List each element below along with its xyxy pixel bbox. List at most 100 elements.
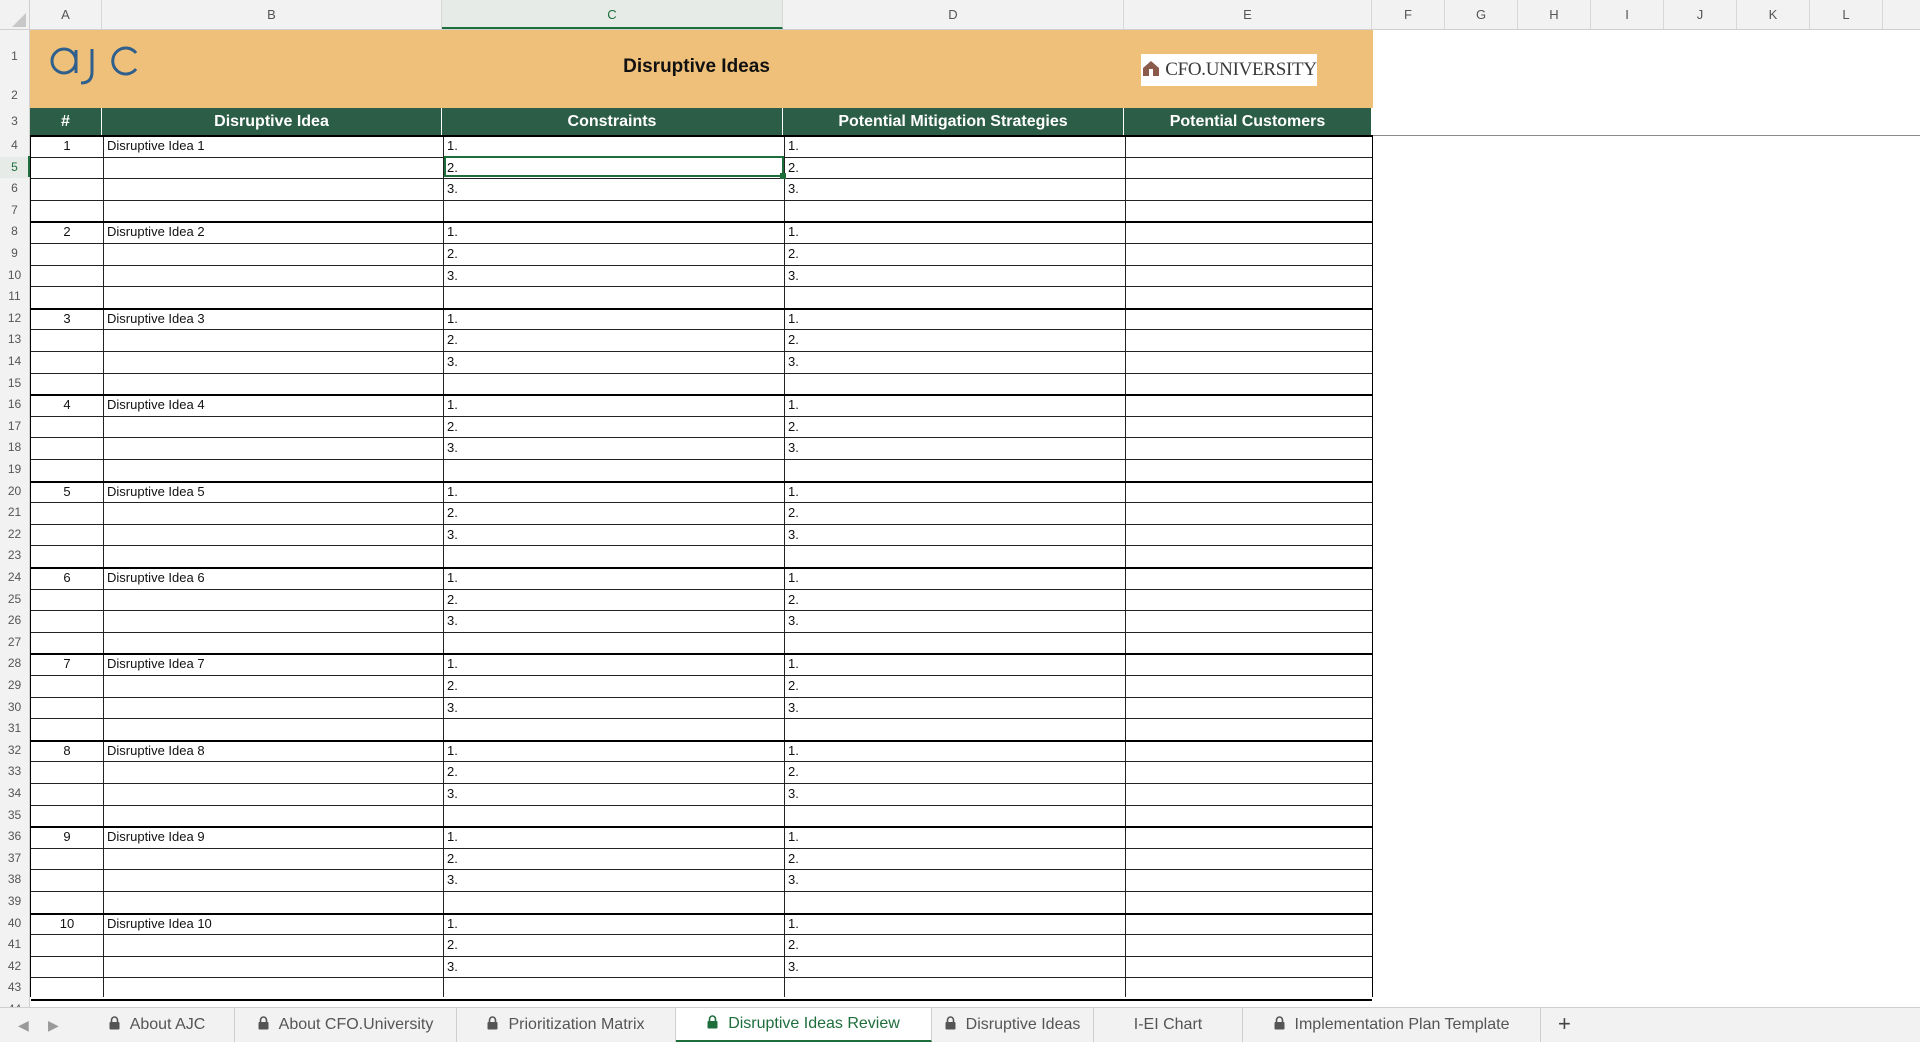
idea-number[interactable]: 3	[31, 308, 103, 329]
row-header-31[interactable]: 31	[0, 718, 29, 740]
row-header-15[interactable]: 15	[0, 373, 29, 395]
constraint-item[interactable]: 2.	[447, 502, 458, 523]
column-header-E[interactable]: E	[1124, 0, 1372, 29]
idea-number[interactable]: 8	[31, 740, 103, 761]
row-header-27[interactable]: 27	[0, 632, 29, 654]
idea-name[interactable]: Disruptive Idea 5	[107, 481, 205, 502]
mitigation-item[interactable]: 2.	[788, 157, 799, 178]
constraint-item[interactable]: 2.	[447, 848, 458, 869]
row-header-34[interactable]: 34	[0, 783, 29, 805]
row-header-8[interactable]: 8	[0, 221, 29, 243]
mitigation-item[interactable]: 3.	[788, 783, 799, 804]
sheet-tab-implementation-plan-template[interactable]: Implementation Plan Template	[1243, 1008, 1541, 1042]
constraint-item[interactable]: 3.	[447, 783, 458, 804]
idea-number[interactable]: 6	[31, 567, 103, 588]
mitigation-item[interactable]: 3.	[788, 610, 799, 631]
mitigation-item[interactable]: 1.	[788, 567, 799, 588]
row-header-37[interactable]: 37	[0, 848, 29, 870]
column-header-D[interactable]: D	[783, 0, 1124, 29]
constraint-item[interactable]: 2.	[447, 329, 458, 350]
row-header-38[interactable]: 38	[0, 869, 29, 891]
idea-name[interactable]: Disruptive Idea 6	[107, 567, 205, 588]
row-header-6[interactable]: 6	[0, 178, 29, 200]
column-header-J[interactable]: J	[1664, 0, 1737, 29]
mitigation-item[interactable]: 3.	[788, 265, 799, 286]
idea-name[interactable]: Disruptive Idea 9	[107, 826, 205, 847]
constraint-item[interactable]: 3.	[447, 351, 458, 372]
row-header-43[interactable]: 43	[0, 977, 29, 999]
idea-number[interactable]: 2	[31, 221, 103, 242]
mitigation-item[interactable]: 1.	[788, 135, 799, 156]
row-header-17[interactable]: 17	[0, 416, 29, 438]
idea-number[interactable]: 5	[31, 481, 103, 502]
constraint-item[interactable]: 2.	[447, 761, 458, 782]
constraint-item[interactable]: 3.	[447, 610, 458, 631]
idea-number[interactable]: 9	[31, 826, 103, 847]
row-header-26[interactable]: 26	[0, 610, 29, 632]
row-header-21[interactable]: 21	[0, 502, 29, 524]
sheet-tab-about-cfo-university[interactable]: About CFO.University	[235, 1008, 457, 1042]
constraint-item[interactable]: 1.	[447, 826, 458, 847]
constraint-item[interactable]: 2.	[447, 243, 458, 264]
column-header-L[interactable]: L	[1810, 0, 1883, 29]
row-header-16[interactable]: 16	[0, 394, 29, 416]
idea-name[interactable]: Disruptive Idea 4	[107, 394, 205, 415]
row-header-29[interactable]: 29	[0, 675, 29, 697]
scroll-tabs-left-icon[interactable]: ◀	[18, 1017, 29, 1034]
row-header-3[interactable]: 3	[0, 108, 29, 135]
mitigation-item[interactable]: 1.	[788, 826, 799, 847]
row-header-44[interactable]: 44	[0, 999, 29, 1007]
sheet-tab-disruptive-ideas[interactable]: Disruptive Ideas	[932, 1008, 1094, 1042]
row-header-5[interactable]: 5	[0, 156, 29, 179]
row-header-42[interactable]: 42	[0, 956, 29, 978]
mitigation-item[interactable]: 1.	[788, 913, 799, 934]
column-header-C[interactable]: C	[442, 0, 783, 29]
mitigation-item[interactable]: 1.	[788, 481, 799, 502]
mitigation-item[interactable]: 2.	[788, 329, 799, 350]
column-header-B[interactable]: B	[102, 0, 442, 29]
row-header-23[interactable]: 23	[0, 545, 29, 567]
mitigation-item[interactable]: 3.	[788, 351, 799, 372]
mitigation-item[interactable]: 2.	[788, 761, 799, 782]
row-header-35[interactable]: 35	[0, 805, 29, 827]
sheet-tab-about-ajc[interactable]: About AJC	[80, 1008, 235, 1042]
mitigation-item[interactable]: 1.	[788, 740, 799, 761]
mitigation-item[interactable]: 2.	[788, 243, 799, 264]
mitigation-item[interactable]: 1.	[788, 653, 799, 674]
row-header-11[interactable]: 11	[0, 286, 29, 308]
constraint-item[interactable]: 1.	[447, 221, 458, 242]
select-all-corner[interactable]	[0, 0, 30, 30]
mitigation-item[interactable]: 1.	[788, 221, 799, 242]
row-header-14[interactable]: 14	[0, 351, 29, 373]
mitigation-item[interactable]: 2.	[788, 848, 799, 869]
sheet-tab-prioritization-matrix[interactable]: Prioritization Matrix	[457, 1008, 676, 1042]
sheet-tab-i-ei-chart[interactable]: I-EI Chart	[1094, 1008, 1243, 1042]
mitigation-item[interactable]: 3.	[788, 869, 799, 890]
constraint-item[interactable]: 1.	[447, 567, 458, 588]
idea-number[interactable]: 4	[31, 394, 103, 415]
constraint-item[interactable]: 1.	[447, 394, 458, 415]
row-header-10[interactable]: 10	[0, 265, 29, 287]
row-header-33[interactable]: 33	[0, 761, 29, 783]
row-header-12[interactable]: 12	[0, 308, 29, 330]
constraint-item[interactable]: 1.	[447, 740, 458, 761]
row-header-7[interactable]: 7	[0, 200, 29, 222]
constraint-item[interactable]: 3.	[447, 956, 458, 977]
constraint-item[interactable]: 3.	[447, 178, 458, 199]
constraint-item[interactable]: 3.	[447, 265, 458, 286]
constraint-item[interactable]: 3.	[447, 869, 458, 890]
mitigation-item[interactable]: 1.	[788, 394, 799, 415]
row-header-41[interactable]: 41	[0, 934, 29, 956]
constraint-item[interactable]: 1.	[447, 653, 458, 674]
constraint-item[interactable]: 3.	[447, 697, 458, 718]
mitigation-item[interactable]: 3.	[788, 437, 799, 458]
fill-handle[interactable]	[780, 173, 786, 179]
column-header-H[interactable]: H	[1518, 0, 1591, 29]
idea-number[interactable]: 10	[31, 913, 103, 934]
idea-name[interactable]: Disruptive Idea 3	[107, 308, 205, 329]
constraint-item[interactable]: 1.	[447, 481, 458, 502]
row-header-22[interactable]: 22	[0, 524, 29, 546]
column-header-G[interactable]: G	[1445, 0, 1518, 29]
row-header-25[interactable]: 25	[0, 589, 29, 611]
mitigation-item[interactable]: 1.	[788, 308, 799, 329]
